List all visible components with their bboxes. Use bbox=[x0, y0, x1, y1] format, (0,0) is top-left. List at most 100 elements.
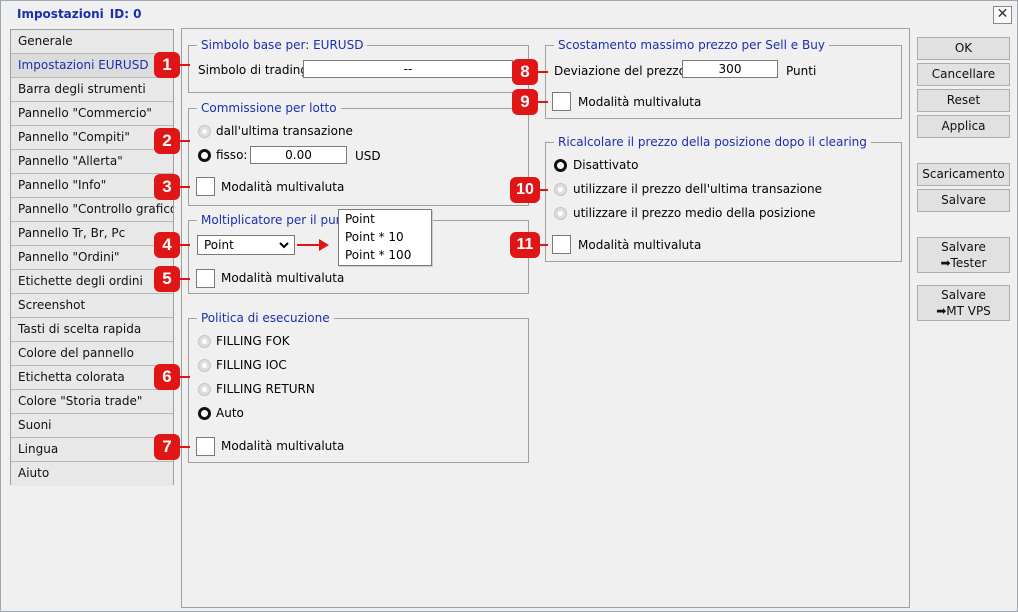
recalc-multicurrency-checkbox[interactable] bbox=[552, 235, 571, 254]
save-tester-line2: ➡Tester bbox=[940, 256, 987, 270]
save-button[interactable]: Salvare bbox=[917, 189, 1010, 212]
nav-item-aiuto[interactable]: Aiuto bbox=[11, 462, 173, 486]
reset-button[interactable]: Reset bbox=[917, 89, 1010, 112]
nav-item-pannello-ordini[interactable]: Pannello "Ordini" bbox=[11, 246, 173, 270]
slippage-label: Deviazione del prezzo: bbox=[554, 64, 690, 78]
window-title-text: Impostazioni bbox=[17, 7, 104, 21]
multiplier-multicurrency-checkbox[interactable] bbox=[196, 269, 215, 288]
recalc-average-radio[interactable] bbox=[554, 207, 567, 220]
title-bar: Impostazioni ID: 0 ✕ bbox=[1, 1, 1017, 28]
nav-item-pannello-info[interactable]: Pannello "Info" bbox=[11, 174, 173, 198]
recalc-last-radio[interactable] bbox=[554, 183, 567, 196]
execution-return-radio[interactable] bbox=[198, 383, 211, 396]
nav-item-colore-storia-trade[interactable]: Colore "Storia trade" bbox=[11, 390, 173, 414]
commission-currency-label: USD bbox=[355, 149, 381, 163]
annotation-badge-1: 1 bbox=[154, 52, 190, 78]
nav-item-pannello-compiti[interactable]: Pannello "Compiti" bbox=[11, 126, 173, 150]
window-title: Impostazioni ID: 0 bbox=[17, 7, 142, 21]
multiplier-option[interactable]: Point * 10 bbox=[339, 228, 431, 246]
multiplier-select-value: Point bbox=[204, 238, 234, 252]
close-button[interactable]: ✕ bbox=[993, 6, 1012, 24]
save-tester-button[interactable]: Salvare ➡Tester bbox=[917, 237, 1010, 273]
commission-fixed-label: fisso: bbox=[216, 148, 248, 162]
multiplier-option[interactable]: Point bbox=[339, 210, 431, 228]
execution-auto-label: Auto bbox=[216, 406, 244, 420]
commission-multicurrency-checkbox[interactable] bbox=[196, 177, 215, 196]
execution-multicurrency-checkbox[interactable] bbox=[196, 437, 215, 456]
nav-item-etichette-ordini[interactable]: Etichette degli ordini bbox=[11, 270, 173, 294]
trading-symbol-label: Simbolo di trading: bbox=[198, 63, 313, 77]
execution-return-label: FILLING RETURN bbox=[216, 382, 315, 396]
dropdown-arrow-icon bbox=[319, 239, 329, 251]
nav-item-impostazioni-eurusd[interactable]: Impostazioni EURUSD bbox=[11, 54, 173, 78]
nav-item-pannello-commercio[interactable]: Pannello "Commercio" bbox=[11, 102, 173, 126]
execution-ioc-radio[interactable] bbox=[198, 359, 211, 372]
cancel-button[interactable]: Cancellare bbox=[917, 63, 1010, 86]
settings-nav: Generale Impostazioni EURUSD Barra degli… bbox=[10, 29, 174, 486]
slippage-input[interactable]: 300 bbox=[682, 60, 778, 78]
download-button[interactable]: Scaricamento bbox=[917, 163, 1010, 186]
annotation-badge-7: 7 bbox=[154, 434, 190, 460]
symbol-group-legend: Simbolo base per: EURUSD bbox=[197, 38, 368, 53]
nav-item-suoni[interactable]: Suoni bbox=[11, 414, 173, 438]
slippage-unit-label: Punti bbox=[786, 64, 817, 78]
nav-item-tasti-scelta-rapida[interactable]: Tasti di scelta rapida bbox=[11, 318, 173, 342]
dropdown-arrow-line bbox=[297, 244, 319, 246]
annotation-badge-5: 5 bbox=[154, 266, 190, 292]
slippage-group-legend: Scostamento massimo prezzo per Sell e Bu… bbox=[554, 38, 829, 53]
multiplier-group-legend: Moltiplicatore per il punto bbox=[197, 213, 360, 228]
save-vps-button[interactable]: Salvare ➡MT VPS bbox=[917, 285, 1010, 321]
window-id-label: ID: 0 bbox=[109, 7, 142, 21]
nav-item-etichetta-colorata[interactable]: Etichetta colorata bbox=[11, 366, 173, 390]
nav-item-generale[interactable]: Generale bbox=[11, 30, 173, 54]
annotation-badge-4: 4 bbox=[154, 232, 190, 258]
commission-fixed-input[interactable]: 0.00 bbox=[250, 146, 347, 164]
recalc-multicurrency-label: Modalità multivaluta bbox=[578, 238, 702, 252]
nav-item-pannello-allerta[interactable]: Pannello "Allerta" bbox=[11, 150, 173, 174]
commission-fixed-radio[interactable] bbox=[198, 149, 211, 162]
nav-item-pannello-tr-br-pc[interactable]: Pannello Tr, Br, Pc bbox=[11, 222, 173, 246]
chevron-down-icon bbox=[278, 236, 290, 259]
ok-button[interactable]: OK bbox=[917, 37, 1010, 60]
annotation-badge-6: 6 bbox=[154, 364, 190, 390]
multiplier-multicurrency-label: Modalità multivaluta bbox=[221, 271, 345, 285]
recalc-last-label: utilizzare il prezzo dell'ultima transaz… bbox=[573, 182, 823, 196]
save-vps-line2: ➡MT VPS bbox=[936, 304, 991, 318]
annotation-badge-11: 11 bbox=[510, 232, 548, 258]
recalc-average-label: utilizzare il prezzo medio della posizio… bbox=[573, 206, 816, 220]
execution-fok-radio[interactable] bbox=[198, 335, 211, 348]
commission-last-label: dall'ultima transazione bbox=[216, 124, 353, 138]
commission-last-radio[interactable] bbox=[198, 125, 211, 138]
nav-item-barra-strumenti[interactable]: Barra degli strumenti bbox=[11, 78, 173, 102]
execution-ioc-label: FILLING IOC bbox=[216, 358, 287, 372]
execution-multicurrency-label: Modalità multivaluta bbox=[221, 439, 345, 453]
execution-group-legend: Politica di esecuzione bbox=[197, 311, 334, 326]
multiplier-dropdown-list: Point Point * 10 Point * 100 bbox=[338, 209, 432, 266]
recalc-off-radio[interactable] bbox=[554, 159, 567, 172]
annotation-badge-9: 9 bbox=[512, 89, 548, 115]
apply-button[interactable]: Applica bbox=[917, 115, 1010, 138]
save-vps-line1: Salvare bbox=[941, 288, 986, 302]
commission-multicurrency-label: Modalità multivaluta bbox=[221, 180, 345, 194]
nav-item-lingua[interactable]: Lingua bbox=[11, 438, 173, 462]
nav-item-screenshot[interactable]: Screenshot bbox=[11, 294, 173, 318]
nav-item-colore-pannello[interactable]: Colore del pannello bbox=[11, 342, 173, 366]
annotation-badge-3: 3 bbox=[154, 174, 190, 200]
slippage-multicurrency-label: Modalità multivaluta bbox=[578, 95, 702, 109]
close-icon: ✕ bbox=[996, 6, 1009, 22]
slippage-multicurrency-checkbox[interactable] bbox=[552, 92, 571, 111]
execution-fok-label: FILLING FOK bbox=[216, 334, 290, 348]
save-tester-line1: Salvare bbox=[941, 240, 986, 254]
commission-group-legend: Commissione per lotto bbox=[197, 101, 341, 116]
recalc-group-legend: Ricalcolare il prezzo della posizione do… bbox=[554, 135, 871, 150]
trading-symbol-field[interactable]: -- bbox=[303, 60, 513, 78]
annotation-badge-2: 2 bbox=[154, 128, 190, 154]
nav-item-pannello-controllo-grafico[interactable]: Pannello "Controllo grafico" bbox=[11, 198, 173, 222]
execution-auto-radio[interactable] bbox=[198, 407, 211, 420]
annotation-badge-10: 10 bbox=[510, 177, 548, 203]
settings-window: Impostazioni ID: 0 ✕ Generale Impostazion… bbox=[0, 0, 1018, 612]
annotation-badge-8: 8 bbox=[512, 59, 548, 85]
multiplier-select[interactable]: Point bbox=[197, 235, 295, 255]
recalc-off-label: Disattivato bbox=[573, 158, 639, 172]
multiplier-option[interactable]: Point * 100 bbox=[339, 246, 431, 264]
